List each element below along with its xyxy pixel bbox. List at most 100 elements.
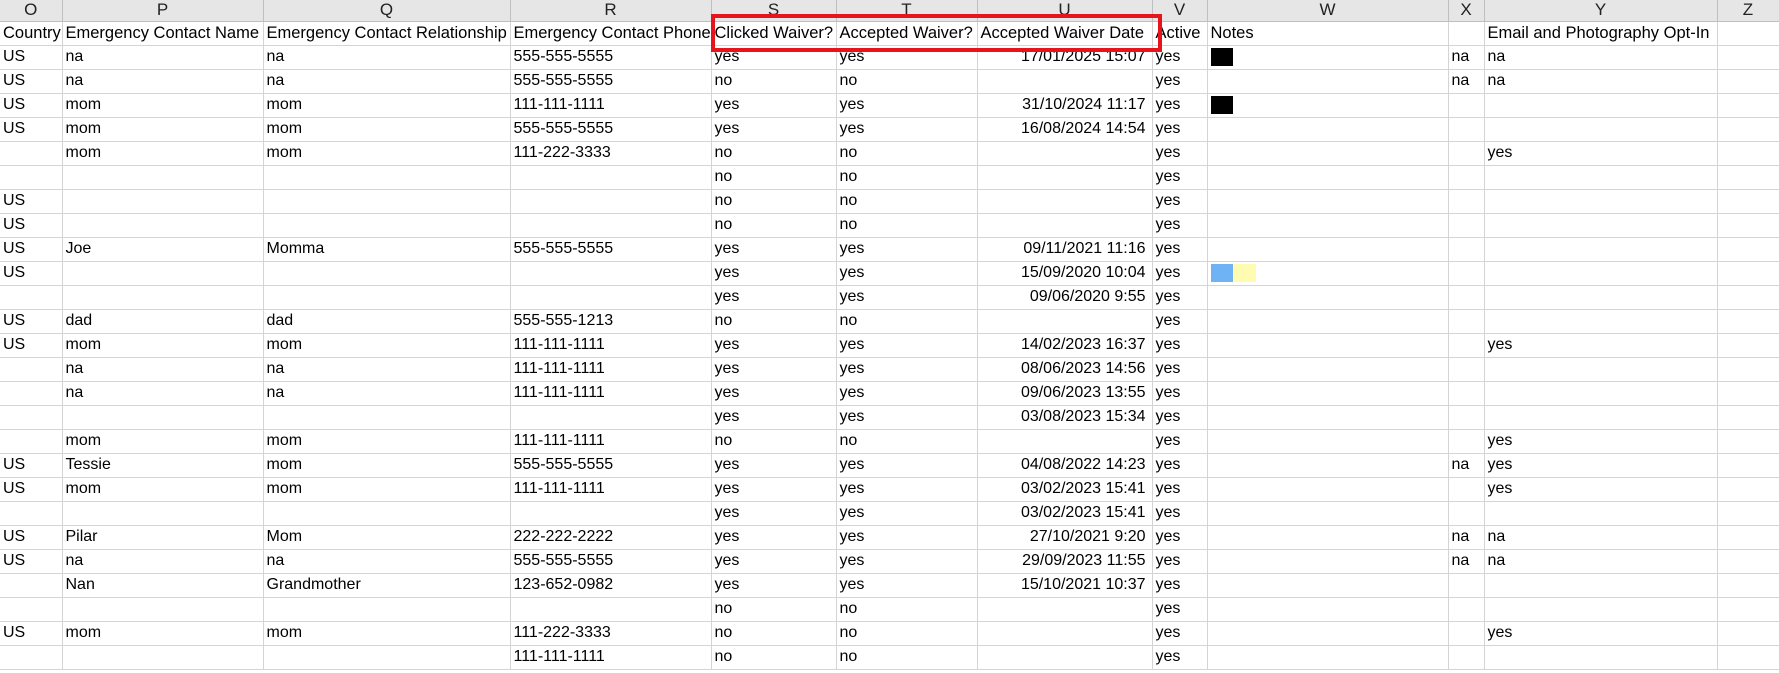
cell-email-photography-opt-in[interactable]: yes xyxy=(1484,429,1718,454)
cell-emergency-contact-relationship[interactable] xyxy=(263,501,511,526)
cell-x[interactable] xyxy=(1448,381,1485,406)
cell-notes[interactable] xyxy=(1207,405,1449,430)
cell-country[interactable]: US xyxy=(0,237,63,262)
cell-active[interactable]: yes xyxy=(1152,501,1208,526)
cell-emergency-contact-relationship[interactable]: mom xyxy=(263,141,511,166)
cell-z[interactable] xyxy=(1717,525,1779,550)
cell-clicked-waiver[interactable]: no xyxy=(711,141,837,166)
cell-email-photography-opt-in[interactable] xyxy=(1484,597,1718,622)
cell-emergency-contact-name[interactable] xyxy=(62,285,264,310)
cell-country[interactable] xyxy=(0,573,63,598)
cell-x[interactable] xyxy=(1448,597,1485,622)
cell-x[interactable] xyxy=(1448,333,1485,358)
cell-emergency-contact-name[interactable]: Joe xyxy=(62,237,264,262)
cell-clicked-waiver[interactable]: yes xyxy=(711,501,837,526)
cell-accepted-waiver-date[interactable]: 09/06/2023 13:55 xyxy=(977,381,1153,406)
column-letter-O[interactable]: O xyxy=(0,0,63,22)
cell-emergency-contact-phone[interactable]: 555-555-5555 xyxy=(510,117,712,142)
cell-country[interactable]: US xyxy=(0,549,63,574)
cell-notes[interactable] xyxy=(1207,429,1449,454)
cell-notes[interactable] xyxy=(1207,237,1449,262)
cell-notes[interactable] xyxy=(1207,189,1449,214)
cell-z[interactable] xyxy=(1717,189,1779,214)
cell-email-photography-opt-in[interactable] xyxy=(1484,213,1718,238)
cell-accepted-waiver[interactable]: no xyxy=(836,597,978,622)
blue-image-thumbnail[interactable] xyxy=(1210,263,1233,282)
cell-x[interactable] xyxy=(1448,357,1485,382)
cell-country[interactable] xyxy=(0,429,63,454)
cell-emergency-contact-name[interactable] xyxy=(62,501,264,526)
column-letter-T[interactable]: T xyxy=(836,0,978,22)
cell-accepted-waiver-date[interactable] xyxy=(977,213,1153,238)
spreadsheet-grid[interactable]: O P Q R S T U V W X Y Z Country Emergenc… xyxy=(0,0,1779,673)
cell-active[interactable]: yes xyxy=(1152,573,1208,598)
cell-emergency-contact-name[interactable]: mom xyxy=(62,429,264,454)
column-letter-Q[interactable]: Q xyxy=(263,0,511,22)
cell-country[interactable]: US xyxy=(0,621,63,646)
cell-accepted-waiver-date[interactable]: 15/09/2020 10:04 xyxy=(977,261,1153,286)
cell-notes[interactable] xyxy=(1207,453,1449,478)
cell-emergency-contact-name[interactable]: Nan xyxy=(62,573,264,598)
cell-z[interactable] xyxy=(1717,261,1779,286)
cell-z[interactable] xyxy=(1717,357,1779,382)
cell-country[interactable] xyxy=(0,357,63,382)
cell-z[interactable] xyxy=(1717,117,1779,142)
cell-x[interactable] xyxy=(1448,93,1485,118)
cell-country[interactable]: US xyxy=(0,477,63,502)
column-letter-W[interactable]: W xyxy=(1207,0,1449,22)
cell-country[interactable]: US xyxy=(0,453,63,478)
cell-clicked-waiver[interactable]: no xyxy=(711,645,837,670)
cell-email-photography-opt-in[interactable]: yes xyxy=(1484,453,1718,478)
cell-accepted-waiver-date[interactable] xyxy=(977,165,1153,190)
cell-accepted-waiver[interactable]: yes xyxy=(836,261,978,286)
cell-active[interactable]: yes xyxy=(1152,549,1208,574)
cell-emergency-contact-phone[interactable]: 555-555-5555 xyxy=(510,69,712,94)
cell-emergency-contact-relationship[interactable]: mom xyxy=(263,477,511,502)
header-cell-emergency-contact-phone[interactable]: Emergency Contact Phone xyxy=(510,21,712,46)
cell-z[interactable] xyxy=(1717,453,1779,478)
cell-email-photography-opt-in[interactable] xyxy=(1484,381,1718,406)
cell-accepted-waiver[interactable]: yes xyxy=(836,45,978,70)
cell-emergency-contact-phone[interactable] xyxy=(510,261,712,286)
cell-emergency-contact-phone[interactable]: 555-555-1213 xyxy=(510,309,712,334)
cell-emergency-contact-name[interactable] xyxy=(62,405,264,430)
cell-emergency-contact-relationship[interactable]: na xyxy=(263,381,511,406)
cell-emergency-contact-name[interactable]: mom xyxy=(62,93,264,118)
cell-accepted-waiver-date[interactable] xyxy=(977,597,1153,622)
cell-country[interactable]: US xyxy=(0,525,63,550)
cell-emergency-contact-relationship[interactable]: na xyxy=(263,69,511,94)
cell-active[interactable]: yes xyxy=(1152,189,1208,214)
cell-accepted-waiver-date[interactable] xyxy=(977,309,1153,334)
cell-notes[interactable] xyxy=(1207,93,1449,118)
cell-clicked-waiver[interactable]: no xyxy=(711,213,837,238)
cell-emergency-contact-name[interactable]: Pilar xyxy=(62,525,264,550)
cell-emergency-contact-phone[interactable]: 111-222-3333 xyxy=(510,141,712,166)
cell-accepted-waiver[interactable]: no xyxy=(836,141,978,166)
cell-active[interactable]: yes xyxy=(1152,645,1208,670)
cell-country[interactable]: US xyxy=(0,69,63,94)
cell-z[interactable] xyxy=(1717,405,1779,430)
cell-emergency-contact-phone[interactable]: 555-555-5555 xyxy=(510,549,712,574)
cell-accepted-waiver-date[interactable] xyxy=(977,69,1153,94)
cell-emergency-contact-relationship[interactable] xyxy=(263,405,511,430)
cell-emergency-contact-relationship[interactable]: mom xyxy=(263,93,511,118)
cell-clicked-waiver[interactable]: yes xyxy=(711,381,837,406)
column-letter-V[interactable]: V xyxy=(1152,0,1208,22)
cell-country[interactable] xyxy=(0,597,63,622)
cell-clicked-waiver[interactable]: yes xyxy=(711,357,837,382)
cell-emergency-contact-relationship[interactable]: mom xyxy=(263,429,511,454)
header-cell-notes[interactable]: Notes xyxy=(1207,21,1449,46)
cell-x[interactable] xyxy=(1448,501,1485,526)
cell-emergency-contact-name[interactable]: mom xyxy=(62,621,264,646)
cell-notes[interactable] xyxy=(1207,333,1449,358)
cell-emergency-contact-phone[interactable]: 123-652-0982 xyxy=(510,573,712,598)
cell-active[interactable]: yes xyxy=(1152,621,1208,646)
cell-emergency-contact-name[interactable]: na xyxy=(62,549,264,574)
cell-emergency-contact-name[interactable]: mom xyxy=(62,141,264,166)
cell-notes[interactable] xyxy=(1207,477,1449,502)
cell-active[interactable]: yes xyxy=(1152,69,1208,94)
cell-x[interactable] xyxy=(1448,477,1485,502)
cell-x[interactable] xyxy=(1448,165,1485,190)
column-letter-X[interactable]: X xyxy=(1448,0,1485,22)
cell-emergency-contact-phone[interactable]: 555-555-5555 xyxy=(510,45,712,70)
